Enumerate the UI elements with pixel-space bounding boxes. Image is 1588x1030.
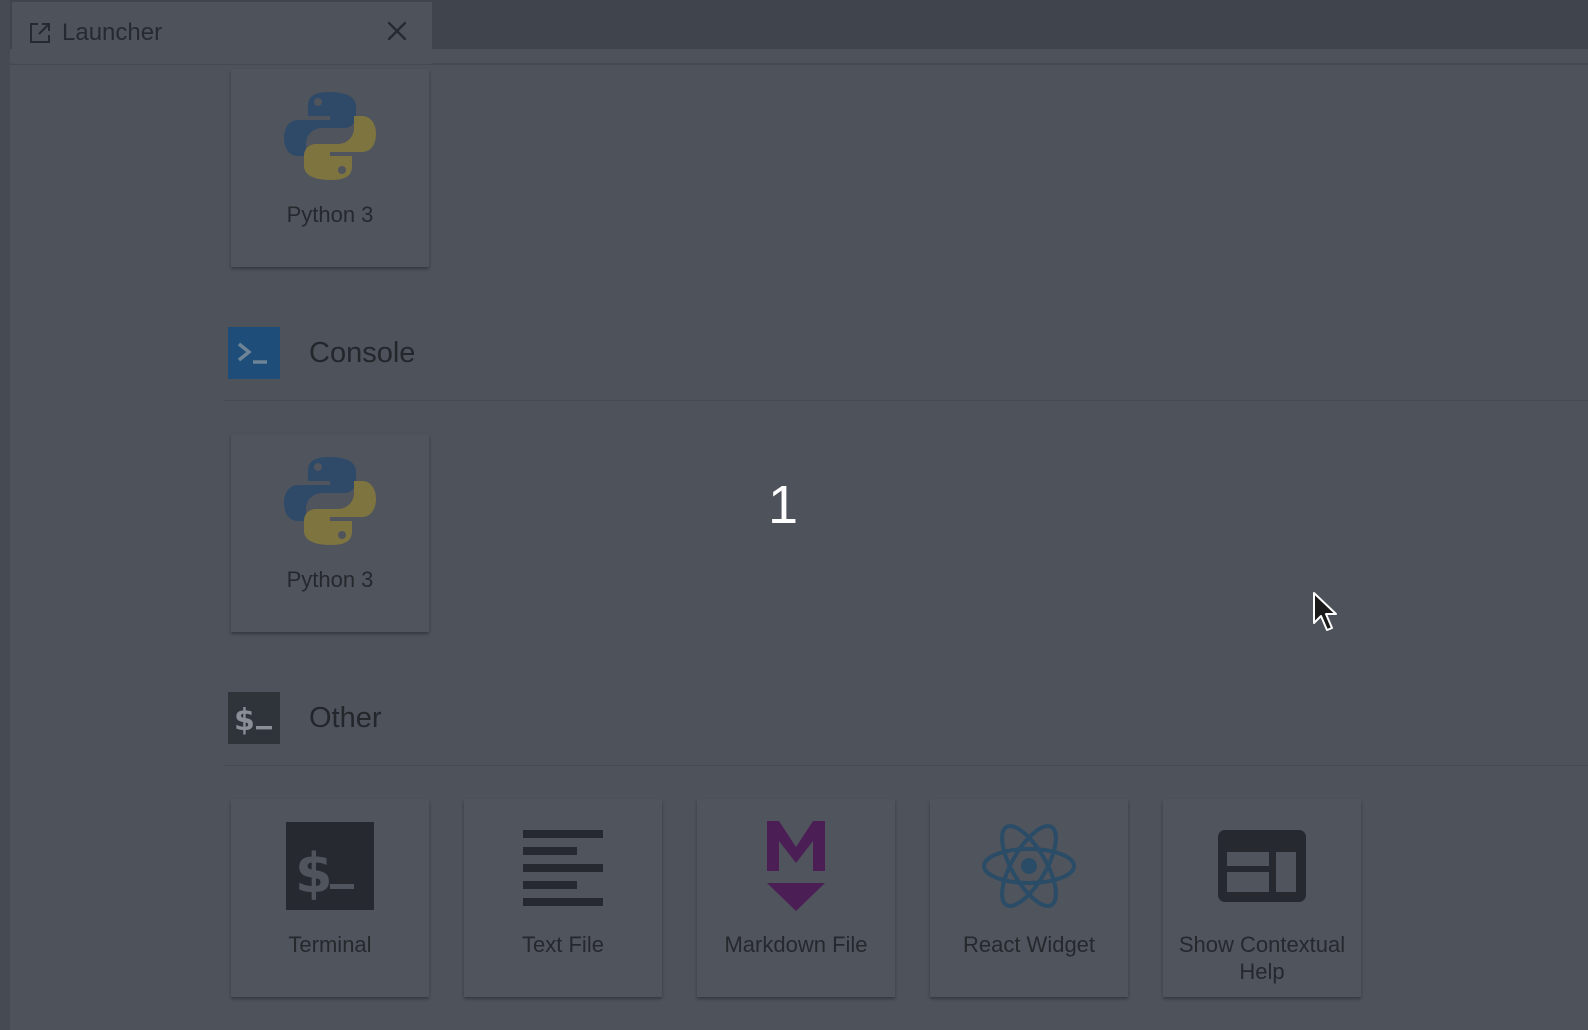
card-label: Show Contextual Help [1178, 932, 1346, 984]
svg-text:$: $ [295, 842, 333, 905]
section-header-console: Console [228, 327, 415, 379]
card-label: Text File [522, 932, 604, 957]
section-divider [224, 400, 1588, 401]
card-label: Markdown File [724, 932, 868, 957]
mouse-cursor-icon [1313, 592, 1337, 631]
section-header-other: $ Other [228, 692, 382, 744]
terminal-dollar-icon: $ [228, 692, 280, 744]
close-icon[interactable] [380, 14, 414, 48]
card-label: Python 3 [286, 202, 374, 227]
launcher-card-notebook-python3[interactable]: Python 3 [231, 69, 429, 267]
launch-icon [28, 21, 52, 45]
tab-label: Launcher [62, 19, 163, 46]
section-title: Console [309, 336, 416, 369]
python-icon [231, 454, 429, 548]
react-icon [930, 819, 1128, 913]
card-label: React Widget [962, 932, 1096, 957]
left-edge-strip [0, 0, 10, 1030]
overlay-number: 1 [767, 475, 799, 535]
section-title: Other [309, 701, 382, 734]
launcher-card-react-widget[interactable]: React Widget [930, 799, 1128, 997]
launcher-card-contextual-help[interactable]: Show Contextual Help [1163, 799, 1361, 997]
section-divider [224, 765, 1588, 766]
card-label: Python 3 [286, 567, 374, 592]
svg-text:$: $ [234, 703, 255, 736]
terminal-icon: $ [231, 819, 429, 913]
contextual-help-icon [1163, 819, 1361, 913]
tab-launcher[interactable]: Launcher [12, 2, 432, 64]
console-prompt-icon [228, 327, 280, 379]
text-file-icon [464, 819, 662, 913]
python-icon [231, 89, 429, 183]
launcher-card-markdown-file[interactable]: Markdown File [697, 799, 895, 997]
launcher-card-console-python3[interactable]: Python 3 [231, 434, 429, 632]
launcher-card-text-file[interactable]: Text File [464, 799, 662, 997]
card-label: Terminal [288, 932, 372, 957]
markdown-icon [697, 819, 895, 913]
launcher-card-terminal[interactable]: $ Terminal [231, 799, 429, 997]
